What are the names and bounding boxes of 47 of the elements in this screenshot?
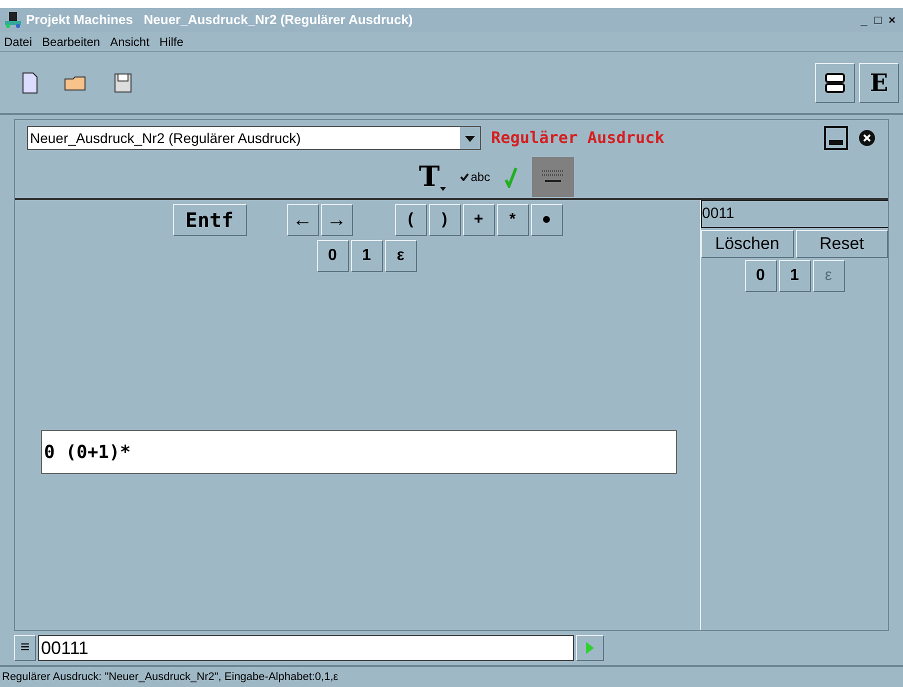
- key-button[interactable]: *: [496, 204, 528, 236]
- symbol-key-button[interactable]: 0: [744, 260, 776, 292]
- checkmark-icon[interactable]: [504, 166, 518, 188]
- save-icon[interactable]: [114, 72, 132, 92]
- caret-icon: [440, 187, 446, 191]
- close-icon[interactable]: [858, 129, 876, 147]
- split-view-icon: [824, 72, 846, 94]
- expression-field[interactable]: 0 (0+1)*: [41, 430, 677, 474]
- type-label: Regulärer Ausdruck: [491, 127, 664, 149]
- menu-item[interactable]: Bearbeiten: [42, 32, 100, 50]
- key-button[interactable]: 0: [316, 240, 348, 272]
- layout-button[interactable]: [815, 62, 855, 102]
- window-title: Projekt Machines Neuer_Ausdruck_Nr2 (Regulärer Ausdruck): [26, 11, 413, 30]
- window-control-button[interactable]: □: [871, 12, 885, 28]
- status-bar: Regulärer Ausdruck: "Neuer_Ausdruck_Nr2", Eingabe-Alphabet:0,1,ε: [0, 665, 903, 687]
- menu-item[interactable]: Datei: [4, 32, 32, 50]
- tick-icon: [460, 173, 469, 181]
- key-button[interactable]: →: [320, 204, 352, 236]
- editor-button[interactable]: E: [859, 62, 899, 102]
- input-field[interactable]: 00111: [38, 635, 574, 661]
- regex-view-toggle[interactable]: [532, 157, 574, 197]
- window-control-button[interactable]: _: [857, 12, 871, 28]
- key-button[interactable]: ←: [286, 204, 318, 236]
- menu-item[interactable]: Ansicht: [110, 32, 150, 50]
- window-control-button[interactable]: ×: [885, 12, 899, 28]
- panel-button[interactable]: Löschen: [701, 230, 794, 258]
- input-menu-button[interactable]: ≡: [14, 635, 36, 661]
- new-file-icon[interactable]: [22, 72, 38, 94]
- run-button[interactable]: [576, 635, 604, 661]
- panel-button[interactable]: Reset: [796, 230, 888, 258]
- document-select[interactable]: Neuer_Ausdruck_Nr2 (Regulärer Ausdruck): [27, 126, 481, 150]
- key-button[interactable]: ε: [384, 240, 416, 272]
- word-field[interactable]: 0011: [701, 200, 888, 228]
- key-button[interactable]: (: [394, 204, 426, 236]
- app-logo-icon: [4, 11, 22, 29]
- symbol-key-button[interactable]: 1: [778, 260, 810, 292]
- key-button[interactable]: ●: [530, 204, 562, 236]
- key-button[interactable]: ): [428, 204, 460, 236]
- folder-icon[interactable]: [64, 74, 88, 90]
- key-button[interactable]: +: [462, 204, 494, 236]
- play-icon: [586, 642, 594, 654]
- menu-item[interactable]: Hilfe: [159, 32, 184, 50]
- spellcheck-button[interactable]: abc: [460, 168, 490, 186]
- key-button[interactable]: Entf: [172, 204, 246, 236]
- key-button[interactable]: 1: [350, 240, 382, 272]
- text-tool-button[interactable]: T: [418, 163, 446, 191]
- minimize-icon[interactable]: [824, 126, 848, 150]
